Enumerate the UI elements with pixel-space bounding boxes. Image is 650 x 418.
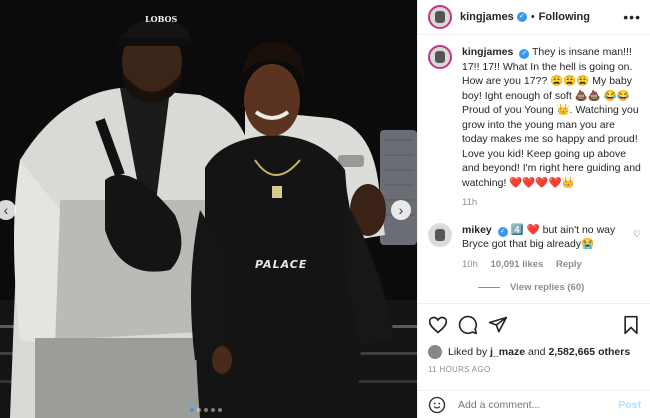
comment-input[interactable] (456, 397, 619, 412)
view-replies-label: View replies (60) (510, 282, 585, 293)
smiley-icon[interactable] (428, 396, 446, 414)
carousel-dot (190, 408, 194, 412)
add-comment-bar: Post (418, 390, 650, 418)
carousel-dots (190, 408, 222, 412)
post-comment-button[interactable]: Post (618, 399, 641, 411)
verified-icon: ✓ (497, 226, 508, 237)
shirt-text: PALACE (255, 258, 307, 271)
caption-author[interactable]: kingjames (462, 46, 513, 58)
heart-icon[interactable] (428, 315, 448, 335)
liked-by-and: and (527, 346, 546, 358)
caption: kingjames ✓ They is insane man!!! 17!! 1… (428, 45, 641, 211)
liked-by-prefix: Liked by (448, 346, 488, 358)
verified-icon: ✓ (516, 12, 527, 22)
comment: mikey ✓ 4️⃣ ❤️ but ain't no way Bryce go… (428, 222, 641, 273)
likes-count[interactable]: 2,582,665 others (548, 346, 630, 358)
action-bar: Liked by j_maze and 2,582,665 others 11 … (418, 303, 650, 374)
author-avatar[interactable] (428, 5, 452, 29)
post-panel: kingjames ✓ • Following ••• kingjames ✓ … (417, 0, 650, 418)
next-photo-button[interactable]: › (391, 200, 411, 220)
carousel-dot (204, 408, 208, 412)
caption-time: 11h (462, 197, 478, 208)
caption-avatar[interactable] (428, 45, 452, 69)
liked-by: Liked by j_maze and 2,582,665 others (428, 345, 641, 359)
comment-likes[interactable]: 10,091 likes (491, 259, 544, 270)
photo-illustration: LOBOS PALACE (0, 0, 417, 418)
verified-icon: ✓ (519, 49, 530, 59)
comment-time: 10h (462, 258, 478, 270)
commenter-avatar[interactable] (428, 222, 452, 247)
liker-avatar[interactable] (428, 345, 442, 359)
author-username[interactable]: kingjames (460, 11, 514, 23)
post-timestamp: 11 HOURS AGO (428, 365, 491, 374)
reply-button[interactable]: Reply (556, 259, 582, 270)
more-options-icon[interactable]: ••• (623, 9, 641, 25)
post-photo[interactable]: LOBOS PALACE ‹ › (0, 0, 417, 418)
comment-like-heart-icon[interactable]: ♡ (633, 227, 641, 273)
carousel-dot (197, 408, 201, 412)
carousel-dot (211, 408, 215, 412)
post-header: kingjames ✓ • Following ••• (418, 0, 650, 35)
comment-icon[interactable] (458, 315, 478, 335)
liker-username[interactable]: j_maze (490, 346, 525, 358)
separator-dot: • (530, 11, 535, 23)
view-replies-link[interactable]: View replies (60) (478, 282, 641, 293)
caption-text: They is insane man!!! 17!! 17!! What In … (462, 46, 641, 189)
hat-text: LOBOS (145, 14, 177, 24)
comments-list[interactable]: kingjames ✓ They is insane man!!! 17!! 1… (418, 35, 650, 297)
following-button[interactable]: Following (539, 11, 590, 23)
bookmark-icon[interactable] (621, 315, 641, 335)
carousel-dot (218, 408, 222, 412)
share-icon[interactable] (488, 315, 508, 335)
comment-author[interactable]: mikey (462, 224, 492, 236)
